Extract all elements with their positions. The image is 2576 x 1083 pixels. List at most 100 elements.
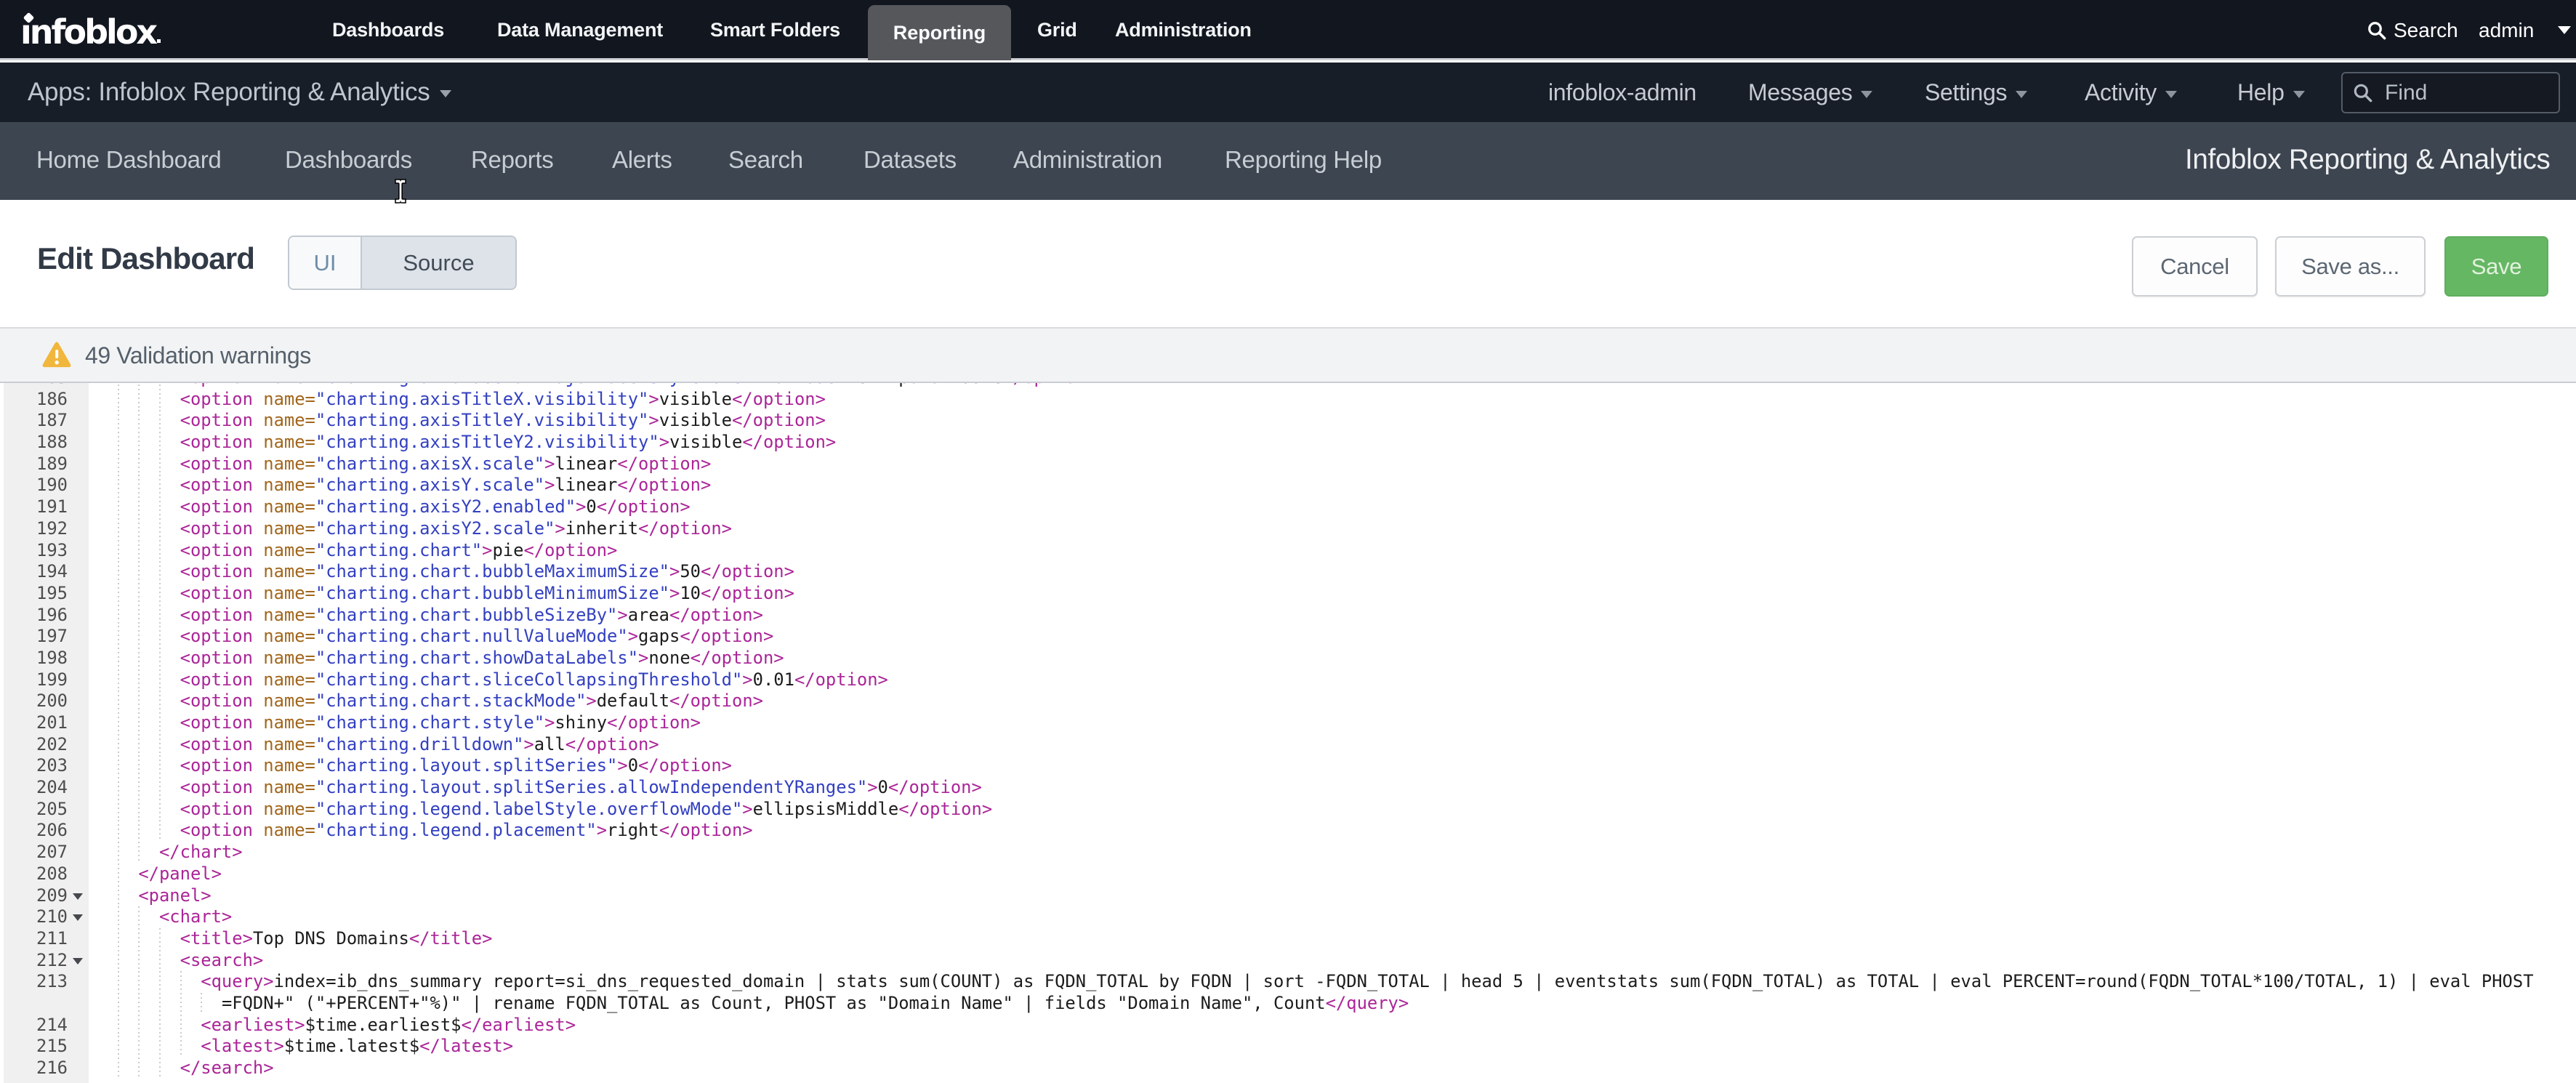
gutter-cell: 207 [0, 842, 89, 863]
find-search-icon [2351, 81, 2375, 105]
code-text: <title>Top DNS Domains</title> [97, 928, 492, 950]
apps-dropdown[interactable]: Apps: Infoblox Reporting & Analytics [28, 63, 451, 122]
code-row: <option name="charting.axisY.scale">line… [89, 475, 2576, 496]
code-text: <option name="charting.layout.splitSerie… [97, 755, 732, 777]
topnav-grid[interactable]: Grid [1037, 0, 1077, 60]
line-number: 190 [0, 475, 68, 496]
text-cursor [394, 178, 407, 204]
code-text: </search> [97, 1058, 274, 1079]
appnav-reports[interactable]: Reports [471, 122, 553, 200]
code-row: <option name="charting.chart.stackMode">… [89, 691, 2576, 712]
source-code-editor[interactable]: 185 <option name="charting.axisLabelsX.m… [0, 383, 2576, 1083]
appnav-datasets[interactable]: Datasets [864, 122, 957, 200]
code-row: <latest>$time.latest$</latest> [89, 1036, 2576, 1058]
topnav-smart-folders[interactable]: Smart Folders [710, 0, 840, 60]
code-line: 205 <option name="charting.legend.labelS… [0, 799, 2576, 821]
code-line: 198 <option name="charting.chart.showDat… [0, 648, 2576, 669]
toggle-source-button[interactable]: Source [362, 237, 515, 289]
code-text: </chart> [97, 842, 243, 863]
code-row: <panel> [89, 885, 2576, 907]
code-text: <option name="charting.axisTitleY.visibi… [97, 410, 826, 432]
appnav-alerts[interactable]: Alerts [612, 122, 672, 200]
find-search-input[interactable]: Find [2341, 72, 2560, 113]
code-line: 214 <earliest>$time.earliest$</earliest> [0, 1015, 2576, 1036]
appbar-help-menu[interactable]: Help [2237, 63, 2305, 122]
code-text: <option name="charting.chart.showDataLab… [97, 648, 784, 669]
appbar-activity-menu[interactable]: Activity [2085, 63, 2177, 122]
code-text: <option name="charting.chart.stackMode">… [97, 691, 763, 712]
line-number: 193 [0, 540, 68, 562]
code-line: 191 <option name="charting.axisY2.enable… [0, 496, 2576, 518]
code-line: 211 <title>Top DNS Domains</title> [0, 928, 2576, 950]
logo-trademark-dot [157, 39, 161, 43]
code-line: 185 <option name="charting.axisLabelsX.m… [0, 383, 2576, 389]
code-line: 188 <option name="charting.axisTitleY2.v… [0, 432, 2576, 454]
line-number: 213 [0, 971, 68, 993]
gutter-cell: 203 [0, 755, 89, 777]
help-label: Help [2237, 79, 2285, 105]
global-search-button[interactable]: Search [2366, 0, 2458, 60]
code-row: <chart> [89, 906, 2576, 928]
code-line: 186 <option name="charting.axisTitleX.vi… [0, 389, 2576, 411]
gutter-cell: 189 [0, 454, 89, 475]
code-row: <option name="charting.layout.splitSerie… [89, 777, 2576, 799]
code-row: <option name="charting.axisTitleX.visibi… [89, 389, 2576, 411]
validation-warning-bar: 49 Validation warnings [0, 327, 2576, 383]
code-line: 213 <query>index=ib_dns_summary report=s… [0, 971, 2576, 1014]
save-button[interactable]: Save [2444, 236, 2548, 297]
code-line: 194 <option name="charting.chart.bubbleM… [0, 561, 2576, 583]
appnav-dashboards[interactable]: Dashboards [285, 122, 412, 200]
appbar-settings-menu[interactable]: Settings [1925, 63, 2027, 122]
appbar-username[interactable]: infoblox-admin [1548, 63, 1696, 122]
line-number: 215 [0, 1036, 68, 1058]
line-number: 196 [0, 605, 68, 627]
appnav-reporting-help[interactable]: Reporting Help [1225, 122, 1382, 200]
topnav-reporting-active-tab[interactable]: Reporting [868, 5, 1011, 60]
gutter-cell: 185 [0, 383, 89, 389]
warning-text[interactable]: 49 Validation warnings [85, 329, 311, 383]
code-line: 192 <option name="charting.axisY2.scale"… [0, 518, 2576, 540]
settings-caret-icon [2016, 91, 2027, 98]
cancel-button[interactable]: Cancel [2132, 236, 2258, 297]
appnav-home-dashboard[interactable]: Home Dashboard [36, 122, 221, 200]
code-row: </search> [89, 1058, 2576, 1079]
code-row: <option name="charting.drilldown">all</o… [89, 734, 2576, 756]
gutter-cell: 216 [0, 1058, 89, 1079]
code-line: 196 <option name="charting.chart.bubbleS… [0, 605, 2576, 627]
gutter-cell: 195 [0, 583, 89, 605]
top-navigation-bar: ınfoblox Dashboards Data Management Smar… [0, 0, 2576, 60]
appnav-administration[interactable]: Administration [1013, 122, 1162, 200]
fold-toggle-icon[interactable] [73, 914, 83, 921]
code-row: <option name="charting.axisX.scale">line… [89, 454, 2576, 475]
code-row: <title>Top DNS Domains</title> [89, 928, 2576, 950]
code-text: <option name="charting.chart.style">shin… [97, 712, 701, 734]
admin-caret-icon[interactable] [2558, 26, 2571, 34]
admin-user-menu[interactable]: admin [2479, 0, 2534, 60]
line-number: 199 [0, 669, 68, 691]
line-number: 207 [0, 842, 68, 863]
line-number: 185 [0, 383, 68, 389]
code-line: 200 <option name="charting.chart.stackMo… [0, 691, 2576, 712]
topnav-dashboards[interactable]: Dashboards [332, 0, 444, 60]
code-text: <query>index=ib_dns_summary report=si_dn… [97, 971, 2534, 993]
topnav-administration[interactable]: Administration [1115, 0, 1252, 60]
topnav-data-management[interactable]: Data Management [497, 0, 663, 60]
code-line: 201 <option name="charting.chart.style">… [0, 712, 2576, 734]
line-number: 203 [0, 755, 68, 777]
fold-toggle-icon[interactable] [73, 893, 83, 900]
toggle-ui-button[interactable]: UI [289, 237, 362, 289]
code-text: <option name="charting.axisLabelsX.major… [97, 383, 1096, 389]
gutter-cell: 196 [0, 605, 89, 627]
code-text: =FQDN+" ("+PERCENT+"%)" | rename FQDN_TO… [97, 993, 1409, 1015]
infoblox-logo[interactable]: ınfoblox [20, 12, 156, 52]
code-line: 215 <latest>$time.latest$</latest> [0, 1036, 2576, 1058]
code-text: <option name="charting.axisY.scale">line… [97, 475, 711, 496]
editor-lines: 185 <option name="charting.axisLabelsX.m… [0, 383, 2576, 1079]
gutter-cell: 193 [0, 540, 89, 562]
save-as-button[interactable]: Save as... [2275, 236, 2426, 297]
fold-toggle-icon[interactable] [73, 958, 83, 965]
appbar-messages-menu[interactable]: Messages [1748, 63, 1872, 122]
appnav-search[interactable]: Search [728, 122, 803, 200]
code-text: <option name="charting.drilldown">all</o… [97, 734, 659, 756]
code-row: <option name="charting.legend.placement"… [89, 820, 2576, 842]
